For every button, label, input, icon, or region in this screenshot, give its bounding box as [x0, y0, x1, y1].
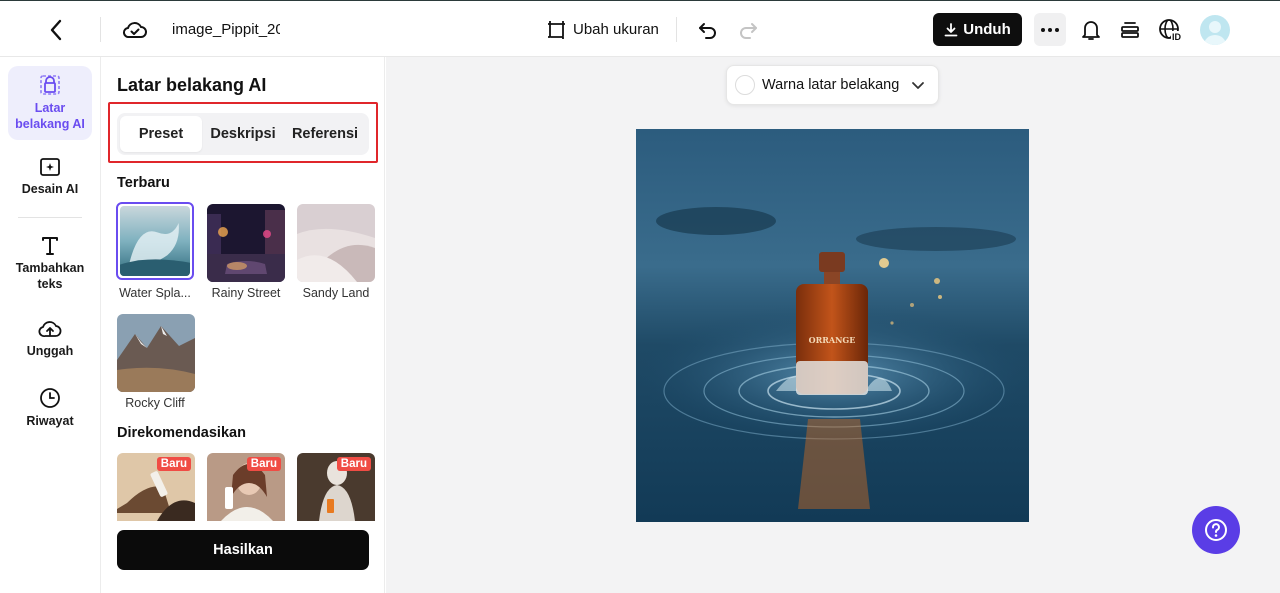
editor-canvas: Warna latar belakang ORRANGE [386, 57, 1280, 593]
rail-item-add-text[interactable]: Tambahkan teks [8, 234, 92, 292]
storage-button[interactable] [1119, 1, 1141, 58]
resize-label: Ubah ukuran [573, 21, 659, 38]
preset-thumb-rainy-street[interactable] [207, 204, 285, 282]
cloud-sync-button[interactable] [122, 1, 148, 58]
redo-icon [740, 22, 757, 39]
top-bar: image_Pippit_20 Ubah ukuran Unduh ID [0, 0, 1280, 57]
preset-label: Water Spla... [119, 286, 191, 300]
preset-label: Sandy Land [302, 286, 370, 300]
resize-button[interactable]: Ubah ukuran [547, 1, 659, 58]
tab-description[interactable]: Deskripsi [202, 116, 284, 152]
preset-thumb-water-splash[interactable] [116, 202, 194, 280]
text-icon [42, 237, 58, 255]
rail-label: Latar belakang AI [15, 101, 85, 131]
upload-cloud-icon [38, 321, 62, 337]
panel-title: Latar belakang AI [117, 75, 267, 95]
sandy-land-image [297, 204, 375, 282]
product-image[interactable]: ORRANGE [636, 129, 1029, 522]
download-icon [944, 22, 958, 36]
recommended-item[interactable]: Baru [117, 453, 195, 521]
new-badge: Baru [156, 457, 191, 471]
stack-icon [1121, 21, 1139, 38]
rail-label: Unggah [26, 344, 74, 358]
generate-button[interactable]: Hasilkan [117, 530, 369, 570]
notifications-button[interactable] [1080, 1, 1102, 58]
resize-icon [548, 20, 565, 39]
language-button[interactable]: ID [1158, 1, 1184, 58]
left-rail: Latar belakang AI Desain AI Tambahkan te… [0, 57, 101, 593]
recommended-item[interactable]: Baru [207, 453, 285, 521]
rail-label: Desain AI [21, 182, 79, 196]
language-badge: ID [1172, 32, 1182, 42]
cloud-check-icon [122, 21, 147, 38]
ai-background-icon [40, 75, 60, 95]
undo-icon [699, 22, 716, 39]
user-avatar-icon [1204, 21, 1226, 45]
rail-item-history[interactable]: Riwayat [8, 387, 92, 429]
ai-background-panel: Latar belakang AI Preset Deskripsi Refer… [101, 57, 385, 593]
avatar[interactable] [1200, 15, 1230, 45]
divider [100, 17, 101, 42]
question-circle-icon [1205, 519, 1227, 541]
more-dots-icon [1041, 27, 1059, 32]
background-color-dropdown[interactable]: Warna latar belakang [726, 65, 939, 105]
tab-preset[interactable]: Preset [120, 116, 202, 152]
redo-button[interactable] [737, 1, 759, 58]
chevron-down-icon [912, 81, 925, 89]
recommended-item[interactable]: Baru [297, 453, 375, 521]
bell-icon [1082, 20, 1100, 40]
rail-label: Tambahkan teks [15, 261, 85, 291]
back-button[interactable] [44, 1, 68, 58]
water-splash-image [120, 206, 190, 276]
background-color-label: Warna latar belakang [762, 77, 900, 93]
rail-divider [18, 217, 82, 218]
preset-thumb-rocky-cliff[interactable] [117, 314, 195, 392]
recent-section-title: Terbaru [117, 175, 170, 191]
mode-tabs: Preset Deskripsi Referensi [117, 113, 369, 155]
rail-item-upload[interactable]: Unggah [8, 319, 92, 359]
preset-label: Rocky Cliff [125, 396, 185, 410]
more-options-button[interactable] [1034, 13, 1066, 46]
download-button[interactable]: Unduh [933, 13, 1022, 46]
globe-icon: ID [1159, 18, 1184, 42]
download-label: Unduh [963, 21, 1011, 38]
rainy-street-image [207, 204, 285, 282]
help-button[interactable] [1192, 506, 1240, 554]
project-title-wrap[interactable]: image_Pippit_20 [172, 1, 280, 58]
rail-label: Riwayat [26, 414, 74, 428]
product-label-text: ORRANGE [809, 335, 856, 345]
project-title[interactable]: image_Pippit_20 [172, 21, 280, 38]
rail-item-ai-background[interactable]: Latar belakang AI [8, 66, 92, 140]
new-badge: Baru [246, 457, 281, 471]
color-swatch [735, 75, 755, 95]
preset-thumb-sandy-land[interactable] [297, 204, 375, 282]
rail-item-ai-design[interactable]: Desain AI [8, 157, 92, 197]
chevron-left-icon [50, 19, 62, 40]
ai-design-icon [40, 158, 60, 176]
new-badge: Baru [336, 457, 371, 471]
tab-reference[interactable]: Referensi [284, 116, 366, 152]
divider [676, 17, 677, 42]
preset-label: Rainy Street [211, 286, 281, 300]
rocky-cliff-image [117, 314, 195, 392]
history-clock-icon [40, 388, 60, 408]
undo-button[interactable] [697, 1, 719, 58]
perfume-on-water-image: ORRANGE [636, 129, 1029, 522]
recommended-section-title: Direkomendasikan [117, 425, 246, 441]
